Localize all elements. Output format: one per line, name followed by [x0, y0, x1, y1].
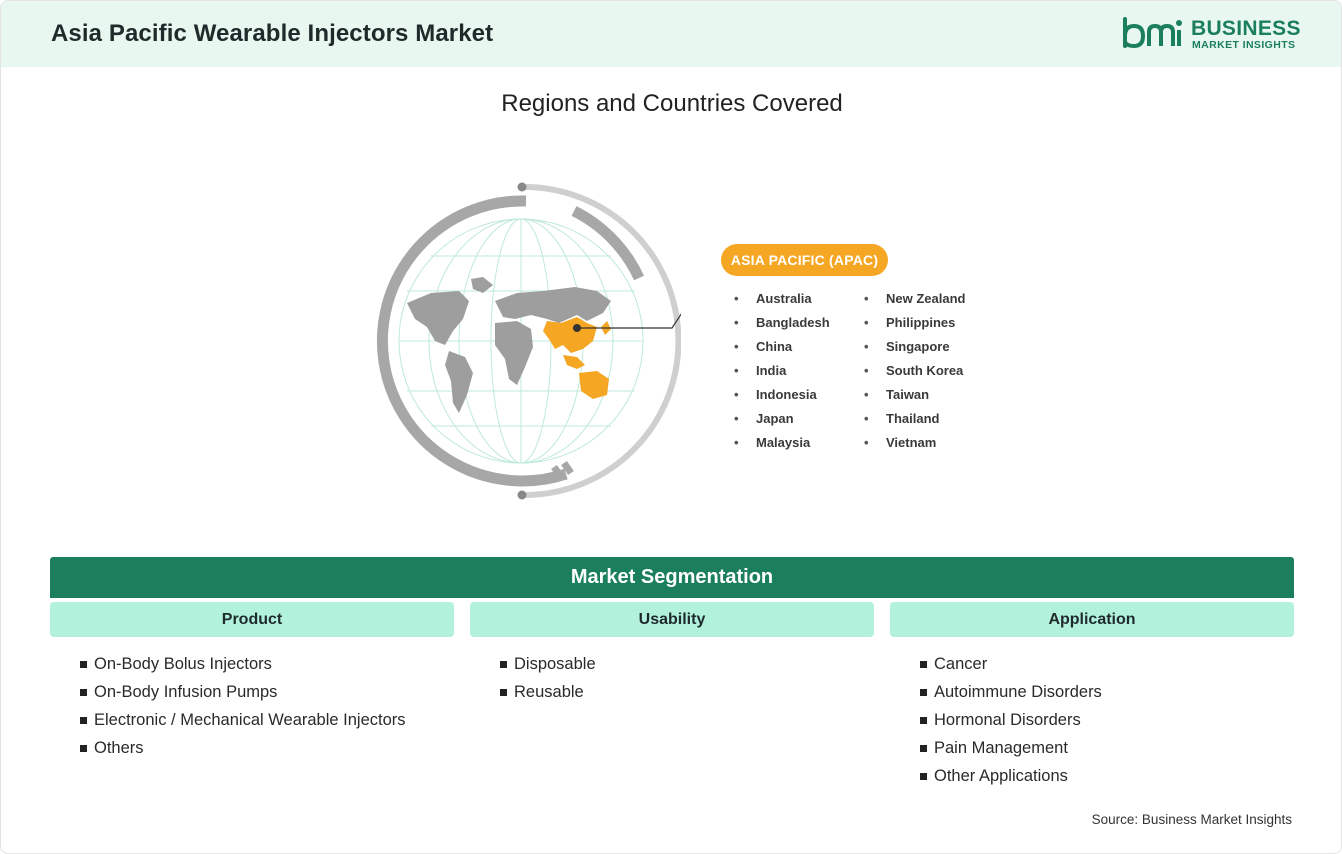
list-item: Disposable	[500, 652, 596, 680]
brand-logo: BUSINESS MARKET INSIGHTS	[1121, 16, 1301, 56]
list-item: South Korea	[864, 361, 965, 385]
list-item: Australia	[734, 289, 830, 313]
globe-icon	[376, 182, 718, 500]
globe-graphic	[371, 181, 718, 501]
country-list-left: Australia Bangladesh China India Indones…	[734, 289, 830, 457]
segment-header-usability: Usability	[470, 602, 874, 637]
country-list-right: New Zealand Philippines Singapore South …	[864, 289, 965, 457]
list-item: On-Body Infusion Pumps	[80, 680, 406, 708]
segment-list-application: Cancer Autoimmune Disorders Hormonal Dis…	[920, 652, 1102, 792]
list-item: On-Body Bolus Injectors	[80, 652, 406, 680]
header-bar: Asia Pacific Wearable Injectors Market B…	[1, 1, 1341, 67]
list-item: China	[734, 337, 830, 361]
list-item: Cancer	[920, 652, 1102, 680]
segment-header-product: Product	[50, 602, 454, 637]
list-item: Bangladesh	[734, 313, 830, 337]
segment-header-application: Application	[890, 602, 1294, 637]
list-item: Indonesia	[734, 385, 830, 409]
source-note: Source: Business Market Insights	[1091, 812, 1292, 827]
segment-list-product: On-Body Bolus Injectors On-Body Infusion…	[80, 652, 406, 764]
list-item: Taiwan	[864, 385, 965, 409]
logo-text-business: BUSINESS	[1191, 17, 1301, 40]
logo-text-market-insights: MARKET INSIGHTS	[1192, 39, 1296, 51]
list-item: Japan	[734, 409, 830, 433]
list-item: Pain Management	[920, 736, 1102, 764]
list-item: Philippines	[864, 313, 965, 337]
list-item: Reusable	[500, 680, 596, 708]
list-item: India	[734, 361, 830, 385]
list-item: Hormonal Disorders	[920, 708, 1102, 736]
list-item: New Zealand	[864, 289, 965, 313]
list-item: Electronic / Mechanical Wearable Injecto…	[80, 708, 406, 736]
list-item: Singapore	[864, 337, 965, 361]
list-item: Autoimmune Disorders	[920, 680, 1102, 708]
infographic-frame: Asia Pacific Wearable Injectors Market B…	[0, 0, 1342, 854]
list-item: Thailand	[864, 409, 965, 433]
region-apac-label: ASIA PACIFIC (APAC)	[721, 244, 888, 276]
segmentation-title-bar: Market Segmentation	[50, 557, 1294, 598]
page-title: Asia Pacific Wearable Injectors Market	[51, 20, 494, 47]
segment-list-usability: Disposable Reusable	[500, 652, 596, 708]
list-item: Other Applications	[920, 764, 1102, 792]
bmi-logo-icon	[1123, 17, 1182, 49]
regions-title: Regions and Countries Covered	[501, 90, 843, 117]
list-item: Vietnam	[864, 433, 965, 457]
list-item: Others	[80, 736, 406, 764]
list-item: Malaysia	[734, 433, 830, 457]
